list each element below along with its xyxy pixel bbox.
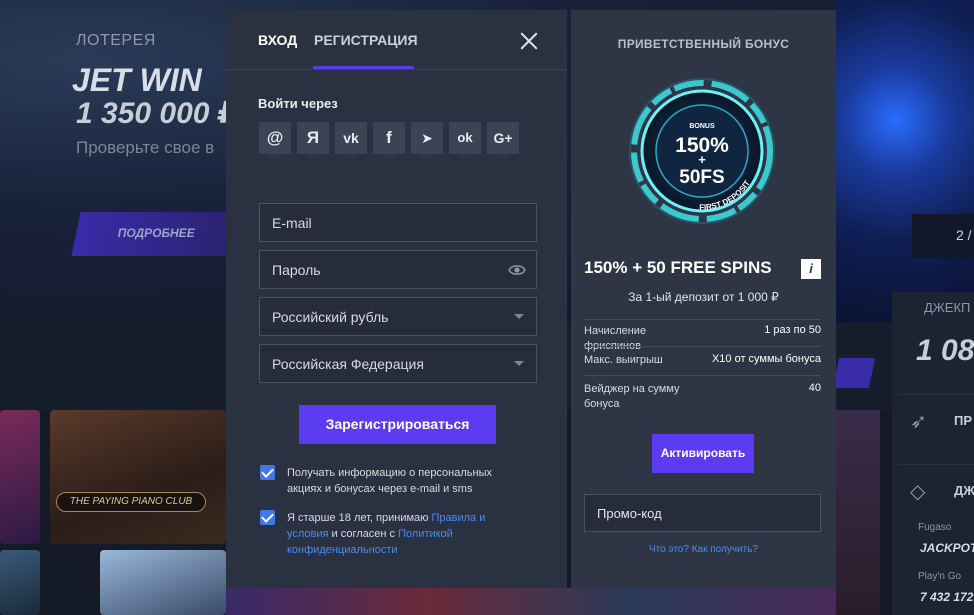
bonus-subtitle: За 1-ый депозит от 1 000 ₽ [628, 290, 779, 304]
currency-select[interactable]: Российский рубль [259, 297, 537, 336]
telegram-icon[interactable]: ➤ [411, 122, 443, 158]
game-tile[interactable] [0, 550, 40, 615]
divider [584, 319, 821, 320]
currency-value: Российский рубль [272, 309, 389, 325]
register-button[interactable]: Зарегистрироваться [299, 405, 496, 444]
promo-help-link[interactable]: Что это? Как получить? [571, 544, 836, 555]
bonus-headline: 150% + 50 FREE SPINS [584, 258, 772, 277]
game-tiles-row [226, 588, 836, 615]
google-plus-icon[interactable]: G+ [487, 122, 519, 158]
yandex-icon[interactable]: Я [297, 122, 329, 158]
game-title: THE PAYING PIANO CLUB [56, 492, 206, 512]
divider [584, 375, 821, 376]
more-button-label: ПОДРОБНЕЕ [117, 226, 195, 240]
divider [584, 346, 821, 347]
close-icon[interactable] [518, 30, 540, 52]
consent-marketing-checkbox[interactable] [260, 465, 275, 480]
provider-jackpot: JACKPOT [920, 541, 974, 555]
consent-age-text: Я старше 18 лет, принимаю Правила и усло… [287, 510, 527, 558]
email-icon[interactable]: @ [259, 122, 291, 158]
password-placeholder: Пароль [272, 262, 321, 278]
lottery-label: ЛОТЕРЕЯ [76, 32, 156, 49]
activate-button[interactable]: Активировать [652, 434, 754, 473]
banner-pager[interactable]: 2 / [912, 214, 974, 258]
sidebar-item-label: ПР [954, 413, 973, 428]
vk-icon[interactable]: vk [335, 122, 367, 158]
bonus-row-label: Макс. выигрыш [584, 354, 663, 366]
welcome-bonus-panel: ПРИВЕТСТВЕННЫЙ БОНУС BONUS 150% + 50FS F… [571, 10, 836, 588]
more-button[interactable]: ПОДРОБНЕЕ [71, 212, 241, 256]
facebook-icon[interactable]: f [373, 122, 405, 158]
provider-name: Play'n Go [918, 571, 962, 582]
email-field[interactable]: E-mail [259, 203, 537, 242]
sidebar-item-promo[interactable]: ➶ ПР [898, 394, 974, 444]
country-select[interactable]: Российская Федерация [259, 344, 537, 383]
info-icon[interactable]: i [801, 259, 821, 279]
bonus-badge: BONUS 150% + 50FS FIRST DEPOSIT [629, 78, 775, 224]
bonus-row-value: X10 от суммы бонуса [711, 353, 821, 365]
odnoklassniki-icon[interactable]: ok [449, 122, 481, 158]
bonus-row-value: 40 [808, 382, 821, 394]
country-value: Российская Федерация [272, 356, 424, 372]
bonus-row-label: Вейджер на сумму бонуса [584, 383, 680, 410]
side-tab[interactable] [832, 358, 876, 388]
tab-login[interactable]: ВХОД [258, 32, 297, 48]
tabs-divider [226, 69, 567, 70]
badge-freespins: 50FS [679, 167, 724, 188]
consent-age-prefix: Я старше 18 лет, принимаю [287, 512, 432, 524]
consent-marketing-text: Получать информацию о персональных акция… [287, 467, 492, 495]
password-field[interactable]: Пароль [259, 250, 537, 289]
email-placeholder: E-mail [272, 215, 312, 231]
chevron-down-icon [514, 314, 524, 319]
badge-bonus-text: BONUS [689, 123, 715, 130]
diamond-icon: ◇ [910, 481, 926, 503]
jackpot-value: 1 08 [916, 334, 974, 367]
game-tile[interactable] [100, 550, 226, 615]
lottery-amount: 1 350 000 ₽ [76, 97, 239, 130]
badge-plus: + [698, 152, 706, 167]
bonus-title: ПРИВЕТСТВЕННЫЙ БОНУС [617, 37, 790, 51]
social-login-buttons: @ Я vk f ➤ ok G+ [259, 122, 519, 158]
provider-jackpot: 7 432 172 [920, 590, 974, 604]
lottery-name: JET WIN [72, 62, 202, 98]
promo-code-input[interactable]: Промо-код [584, 494, 821, 532]
promo-code-placeholder: Промо-код [597, 506, 662, 521]
bonus-row-value: 1 раз по 50 [764, 324, 821, 336]
chevron-down-icon [514, 361, 524, 366]
lottery-check-text: Проверьте свое в [76, 138, 215, 157]
consent-age-middle: и согласен с [328, 528, 399, 540]
sidebar-item-label: ДЖ [954, 483, 974, 498]
sidebar-item-jackpot[interactable]: ◇ ДЖ [898, 464, 974, 514]
rocket-icon: ➶ [910, 411, 927, 433]
tab-register[interactable]: РЕГИСТРАЦИЯ [314, 32, 418, 48]
game-tile[interactable] [0, 410, 40, 544]
eye-icon[interactable] [508, 261, 526, 279]
provider-name: Fugaso [918, 522, 952, 533]
bonus-row-label: Начисление фриспинов [584, 325, 647, 352]
registration-panel: ВХОД РЕГИСТРАЦИЯ Войти через @ Я vk f ➤ … [226, 10, 567, 588]
hero-portal-art [836, 0, 974, 322]
jackpot-label: ДЖЕКП [924, 300, 971, 315]
game-tile-piano-club[interactable]: THE PAYING PIANO CLUB [50, 410, 226, 544]
consent-age-checkbox[interactable] [260, 510, 275, 525]
game-tile[interactable] [836, 410, 880, 615]
login-via-label: Войти через [258, 96, 338, 111]
